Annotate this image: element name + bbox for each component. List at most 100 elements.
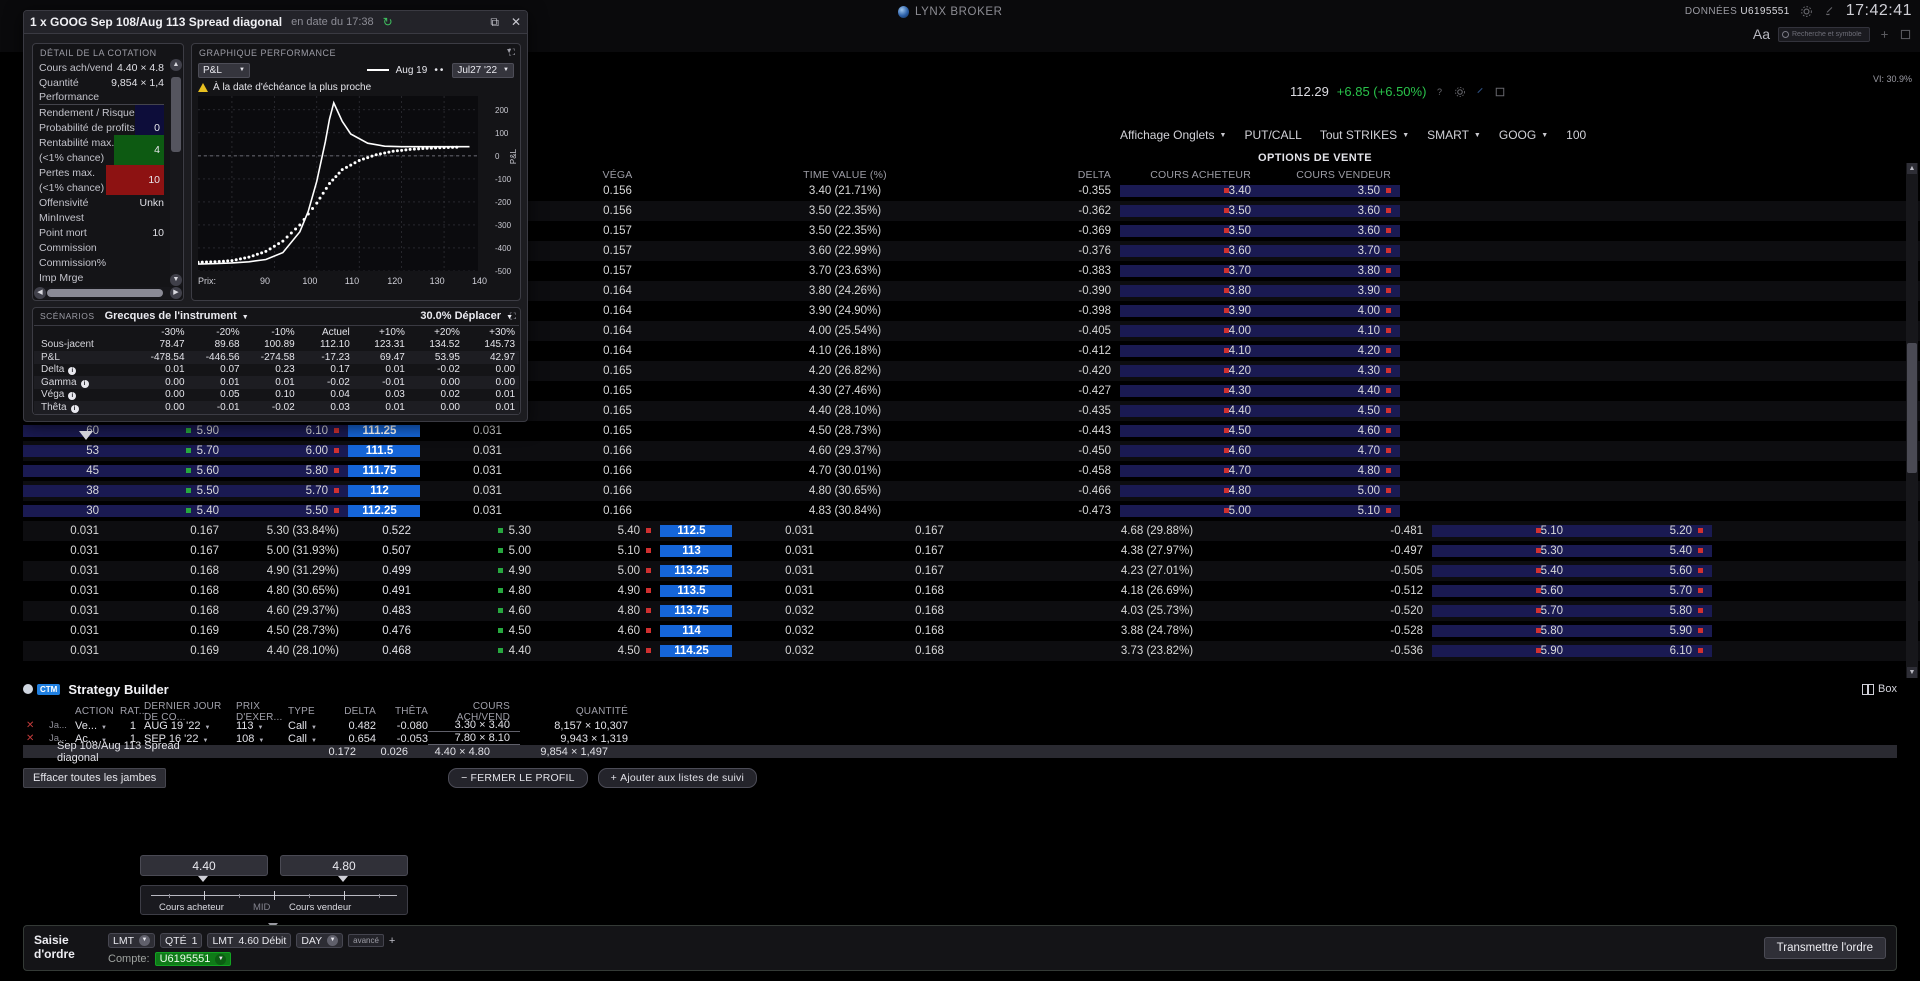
popout-icon[interactable]: ⧉ [490,15,499,30]
cell-bid-mid[interactable]: 4.50 [420,625,540,637]
table-row[interactable]: 0.0310.1684.60 (29.37%)0.4834.604.80113.… [23,601,1920,621]
limit-price-field[interactable]: LMT 4.60 Débit [207,933,291,948]
table-row[interactable]: 455.605.80111.750.0310.1664.70 (30.01%)-… [23,461,1920,481]
scroll-down-arrow[interactable]: ▼ [1907,667,1917,678]
cell-ask-2[interactable]: 4.20 [1260,345,1400,357]
cell-bid-2[interactable]: 3.50 [1120,225,1260,237]
table-row[interactable]: 0.0310.1675.00 (31.93%)0.5075.005.101130… [23,541,1920,561]
leg-type-select[interactable]: Call [288,733,330,745]
chart-expand-icon[interactable]: ⛶ [509,47,515,58]
cell-strike-mid[interactable]: 113.25 [660,565,732,577]
search-input[interactable]: Recherche et symbole [1778,27,1870,42]
strategy-detail-window[interactable]: 1 x GOOG Sep 108/Aug 113 Spread diagonal… [23,10,528,422]
strikes-dropdown[interactable]: Tout STRIKES [1320,128,1409,142]
cell-ask-mid[interactable]: 4.80 [540,605,660,617]
time-in-force-select[interactable]: DAY ▼ [296,933,343,948]
detail-vscrollbar[interactable]: ▲ ▼ [170,59,182,286]
link-icon[interactable] [1474,86,1486,98]
cell-ask[interactable]: 5.80 [228,465,348,477]
cell-ask-2[interactable]: 5.10 [1260,505,1400,517]
detail-hscroll-thumb[interactable] [47,289,163,297]
cell-strike[interactable]: 111.25 [348,425,420,437]
ask-price-button[interactable]: 4.80 [280,855,408,876]
maximize-icon[interactable] [1494,86,1506,98]
scenarios-expand-icon[interactable]: ⛶ [510,311,516,322]
scenarios-selector[interactable]: Grecques de l'instrument [105,310,249,322]
cell-bid-2[interactable]: 5.00 [1120,505,1260,517]
cell-ask-2[interactable]: 3.60 [1260,205,1400,217]
detail-scroll-down[interactable]: ▼ [170,274,182,286]
gear-icon[interactable] [1454,86,1466,98]
cell-ask-mid[interactable]: 4.90 [540,585,660,597]
table-row[interactable]: 0.0310.1694.50 (28.73%)0.4764.504.601140… [23,621,1920,641]
cell-strike[interactable]: 111.5 [348,445,420,457]
cell-ask-2[interactable]: 4.50 [1260,405,1400,417]
cell-bid-2[interactable]: 4.20 [1120,365,1260,377]
cell-strike[interactable]: 112.25 [348,505,420,517]
cell-ask-2[interactable]: 4.00 [1260,305,1400,317]
leg-action-select[interactable]: Ve... [75,720,120,732]
clear-legs-button[interactable]: Effacer toutes les jambes [23,768,166,788]
leg-type-select[interactable]: Call [288,720,330,732]
chart-mode-select[interactable]: P&L [198,63,250,78]
cell-bid-2[interactable]: 4.00 [1120,325,1260,337]
refresh-icon[interactable]: ↻ [383,15,393,29]
cell-bid-2[interactable]: 4.50 [1120,425,1260,437]
put-call-toggle[interactable]: PUT/CALL [1244,128,1301,142]
box-layout-button[interactable]: Box [1862,683,1897,695]
window-titlebar[interactable]: 1 x GOOG Sep 108/Aug 113 Spread diagonal… [24,11,527,34]
table-row[interactable]: 0.0310.1684.90 (31.29%)0.4994.905.00113.… [23,561,1920,581]
cell-ask-2[interactable]: 3.50 [1260,185,1400,197]
cell-ask-2[interactable]: 5.00 [1260,485,1400,497]
symbol-dropdown[interactable]: GOOG [1499,128,1548,142]
cell-strike-mid[interactable]: 114 [660,625,732,637]
cell-bid-2[interactable]: 3.40 [1120,185,1260,197]
cell-ask-2[interactable]: 6.10 [1572,645,1712,657]
order-type-select[interactable]: LMT ▼ [108,933,155,948]
close-icon[interactable]: ✕ [511,15,521,30]
cell-bid-mid[interactable]: 5.30 [420,525,540,537]
leg-strike-select[interactable]: 113 [236,720,288,732]
cell-strike-mid[interactable]: 113 [660,545,732,557]
add-watchlist-button[interactable]: + Ajouter aux listes de suivi [598,768,757,788]
cell-bid-2[interactable]: 5.90 [1432,645,1572,657]
strategy-leg-row[interactable]: ✕Ja...Ac...1SEP 16 '22108Call0.654-0.053… [23,732,1897,745]
info-icon[interactable]: i [81,380,89,388]
cell-ask-2[interactable]: 4.70 [1260,445,1400,457]
cell-ask-2[interactable]: 5.40 [1572,545,1712,557]
cell-bid-2[interactable]: 4.80 [1120,485,1260,497]
bid-price-button[interactable]: 4.40 [140,855,268,876]
detail-scroll-left[interactable]: ◀ [34,287,46,299]
info-icon[interactable]: i [71,405,79,413]
cell-strike[interactable]: 111.75 [348,465,420,477]
cell-bid[interactable]: 5.50 [108,485,228,497]
cell-bid-2[interactable]: 3.80 [1120,285,1260,297]
table-row[interactable]: 535.706.00111.50.0310.1664.60 (29.37%)-0… [23,441,1920,461]
display-tabs-dropdown[interactable]: Affichage Onglets [1120,128,1226,142]
cell-bid[interactable]: 5.70 [108,445,228,457]
cell-ask[interactable]: 6.10 [228,425,348,437]
cell-ask-2[interactable]: 5.60 [1572,565,1712,577]
pin-icon[interactable] [1878,28,1891,41]
cell-bid[interactable]: 5.40 [108,505,228,517]
table-row[interactable]: 305.405.50112.250.0310.1664.83 (30.84%)-… [23,501,1920,521]
legs-rows[interactable]: ✕Ja...Ve...1AUG 19 '22113Call0.482-0.080… [23,719,1897,745]
cell-bid[interactable]: 5.90 [108,425,228,437]
account-select[interactable]: U6195551 ▼ [155,952,232,966]
legend-date-select[interactable]: Jul27 '22 [452,63,514,78]
cell-bid-2[interactable]: 3.90 [1120,305,1260,317]
scroll-up-arrow[interactable]: ▲ [1907,163,1917,174]
cell-bid-2[interactable]: 5.80 [1432,625,1572,637]
cell-ask-2[interactable]: 4.80 [1260,465,1400,477]
cell-ask-2[interactable]: 5.80 [1572,605,1712,617]
cell-ask-2[interactable]: 5.90 [1572,625,1712,637]
submit-order-button[interactable]: Transmettre l'ordre [1764,937,1886,959]
cell-bid-2[interactable]: 5.70 [1432,605,1572,617]
close-profile-button[interactable]: − FERMER LE PROFIL [448,768,588,788]
detail-scroll-right[interactable]: ▶ [170,287,182,299]
cell-strike-mid[interactable]: 113.75 [660,605,732,617]
cell-ask-2[interactable]: 4.40 [1260,385,1400,397]
price-slider-track[interactable]: Cours acheteur MID Cours vendeur [140,885,408,915]
strategy-leg-row[interactable]: ✕Ja...Ve...1AUG 19 '22113Call0.482-0.080… [23,719,1897,732]
cell-bid-2[interactable]: 4.40 [1120,405,1260,417]
